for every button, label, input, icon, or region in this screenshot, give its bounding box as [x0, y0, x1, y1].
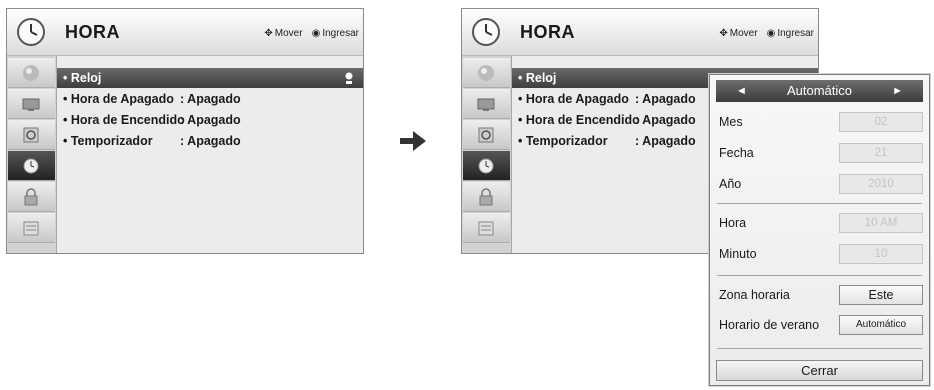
page-title: HORA	[520, 22, 575, 42]
hint-enter: Ingresar	[322, 28, 359, 39]
sidebar-item-options[interactable]	[463, 213, 510, 243]
field-label: Horario de verano	[719, 318, 820, 332]
field-label: Año	[719, 177, 742, 191]
tv-icon	[22, 98, 40, 111]
field-hora: Hora 10 AM	[719, 211, 923, 235]
menu-item-label: • Reloj	[518, 71, 557, 85]
menu-item-temporizador[interactable]: • Temporizador : Apagado	[57, 131, 363, 151]
menu-item-hora-apagado[interactable]: • Hora de Apagado : Apagado	[57, 89, 363, 109]
field-ano: Año 2010	[719, 172, 923, 196]
field-value: 21	[839, 143, 923, 163]
menu-item-label: • Hora de Encendido	[63, 113, 185, 127]
hint-move: Mover	[274, 28, 303, 39]
sidebar-item-picture[interactable]	[8, 58, 55, 88]
lock-icon	[479, 188, 493, 206]
key-hint: ✥ Mover ◉ Ingresar	[264, 28, 359, 39]
sidebar-item-picture[interactable]	[463, 58, 510, 88]
menu-item-value: : Apagado	[180, 92, 241, 106]
sidebar-item-options[interactable]	[8, 213, 55, 243]
key-hint: ✥ Mover ◉ Ingresar	[719, 28, 814, 39]
ok-button-icon: ◉	[766, 28, 776, 39]
field-value: 10	[839, 244, 923, 264]
sidebar-item-audio[interactable]	[8, 120, 55, 150]
clock-icon	[17, 18, 45, 46]
menu-item-value: : Apagado	[180, 134, 241, 148]
divider	[717, 348, 922, 349]
sidebar-item-lock[interactable]	[8, 182, 55, 212]
dst-select[interactable]: Automático	[839, 315, 923, 335]
menu-item-value: : Apagado	[635, 113, 696, 127]
sidebar-item-lock[interactable]	[463, 182, 510, 212]
sidebar-item-audio[interactable]	[463, 120, 510, 150]
field-label: Fecha	[719, 146, 754, 160]
right-arrow-icon	[400, 131, 426, 151]
field-value: 2010	[839, 174, 923, 194]
field-minuto: Minuto 10	[719, 242, 923, 266]
menu-header: HORA ✥ Mover ◉ Ingresar	[7, 9, 363, 56]
speaker-icon	[23, 127, 39, 143]
menu-item-label: • Reloj	[63, 71, 102, 85]
tv-icon	[477, 98, 495, 111]
sidebar-item-time[interactable]	[8, 151, 55, 181]
field-label: Minuto	[719, 247, 757, 261]
menu-item-value: : Apagado	[180, 113, 241, 127]
move-arrows-icon: ✥	[264, 28, 273, 39]
hint-enter: Ingresar	[777, 28, 814, 39]
time-menu-left: HORA ✥ Mover ◉ Ingresar • Reloj • Hora d…	[6, 8, 364, 254]
lock-icon	[24, 188, 38, 206]
menu-item-reloj[interactable]: • Reloj	[57, 68, 363, 88]
arrow-right-icon[interactable]: ►	[892, 80, 903, 102]
field-value: 02	[839, 112, 923, 132]
speaker-icon	[478, 127, 494, 143]
category-sidebar	[7, 56, 57, 253]
ok-button-icon: ◉	[311, 28, 321, 39]
menu-item-label: • Hora de Encendido	[518, 113, 640, 127]
page-title: HORA	[65, 22, 120, 42]
clock-icon	[478, 158, 494, 174]
menu-item-label: • Temporizador	[63, 134, 153, 148]
knob-icon	[345, 72, 353, 84]
timezone-select[interactable]: Este	[839, 285, 923, 305]
menu-item-label: • Temporizador	[518, 134, 608, 148]
divider	[717, 275, 922, 276]
sidebar-item-tv[interactable]	[463, 89, 510, 119]
menu-item-value: : Apagado	[635, 134, 696, 148]
field-label: Zona horaria	[719, 288, 790, 302]
field-zona-horaria[interactable]: Zona horaria Este	[719, 283, 923, 307]
picture-icon	[23, 65, 39, 81]
menu-header: HORA ✥ Mover ◉ Ingresar	[462, 9, 818, 56]
mode-selector[interactable]: ◄ Automático ►	[716, 80, 923, 102]
hint-move: Mover	[729, 28, 758, 39]
picture-icon	[478, 65, 494, 81]
clock-icon	[472, 18, 500, 46]
category-sidebar	[462, 56, 512, 253]
field-horario-verano[interactable]: Horario de verano Automático	[719, 313, 923, 337]
move-arrows-icon: ✥	[719, 28, 728, 39]
close-button[interactable]: Cerrar	[716, 360, 923, 381]
menu-item-hora-encendido[interactable]: • Hora de Encendido : Apagado	[57, 110, 363, 130]
clock-settings-popup: ◄ Automático ► Mes 02 Fecha 21 Año 2010 …	[709, 74, 930, 386]
field-fecha: Fecha 21	[719, 141, 923, 165]
sidebar-item-time[interactable]	[463, 151, 510, 181]
clock-icon	[23, 158, 39, 174]
options-icon	[23, 221, 39, 236]
menu-item-label: • Hora de Apagado	[518, 92, 629, 106]
divider	[717, 203, 922, 204]
options-icon	[478, 221, 494, 236]
field-label: Mes	[719, 115, 743, 129]
menu-item-value: : Apagado	[635, 92, 696, 106]
field-label: Hora	[719, 216, 747, 230]
field-mes: Mes 02	[719, 110, 923, 134]
field-value: 10 AM	[839, 213, 923, 233]
sidebar-item-tv[interactable]	[8, 89, 55, 119]
menu-list: • Reloj • Hora de Apagado : Apagado • Ho…	[57, 56, 363, 253]
menu-item-label: • Hora de Apagado	[63, 92, 174, 106]
